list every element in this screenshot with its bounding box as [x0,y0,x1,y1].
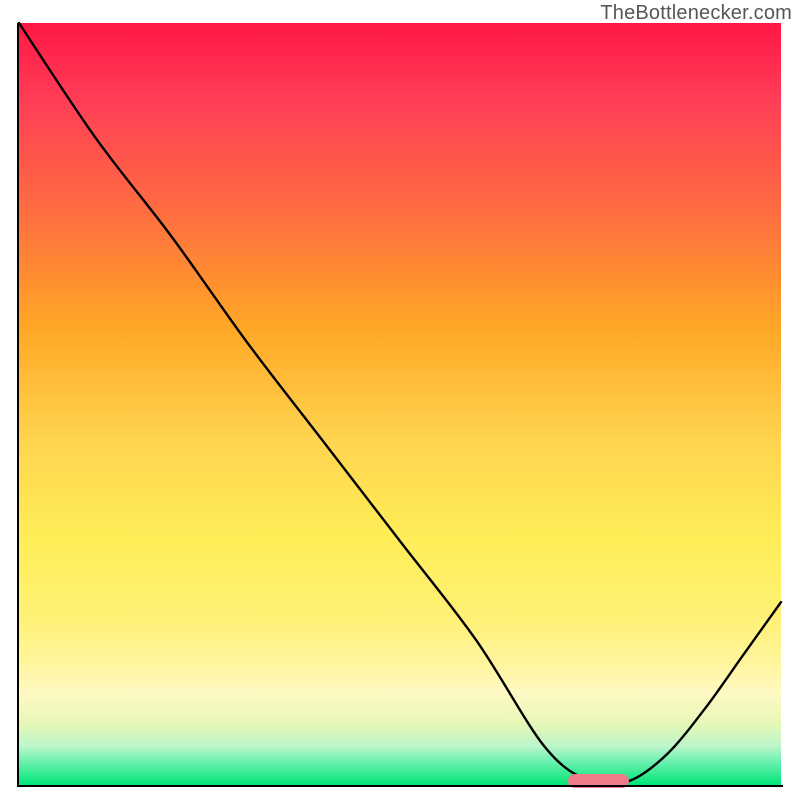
bottleneck-curve [19,23,781,785]
x-axis-line [17,785,783,787]
watermark-text: TheBottlenecker.com [600,2,792,25]
plot-area [19,23,781,785]
y-axis-line [17,23,19,787]
